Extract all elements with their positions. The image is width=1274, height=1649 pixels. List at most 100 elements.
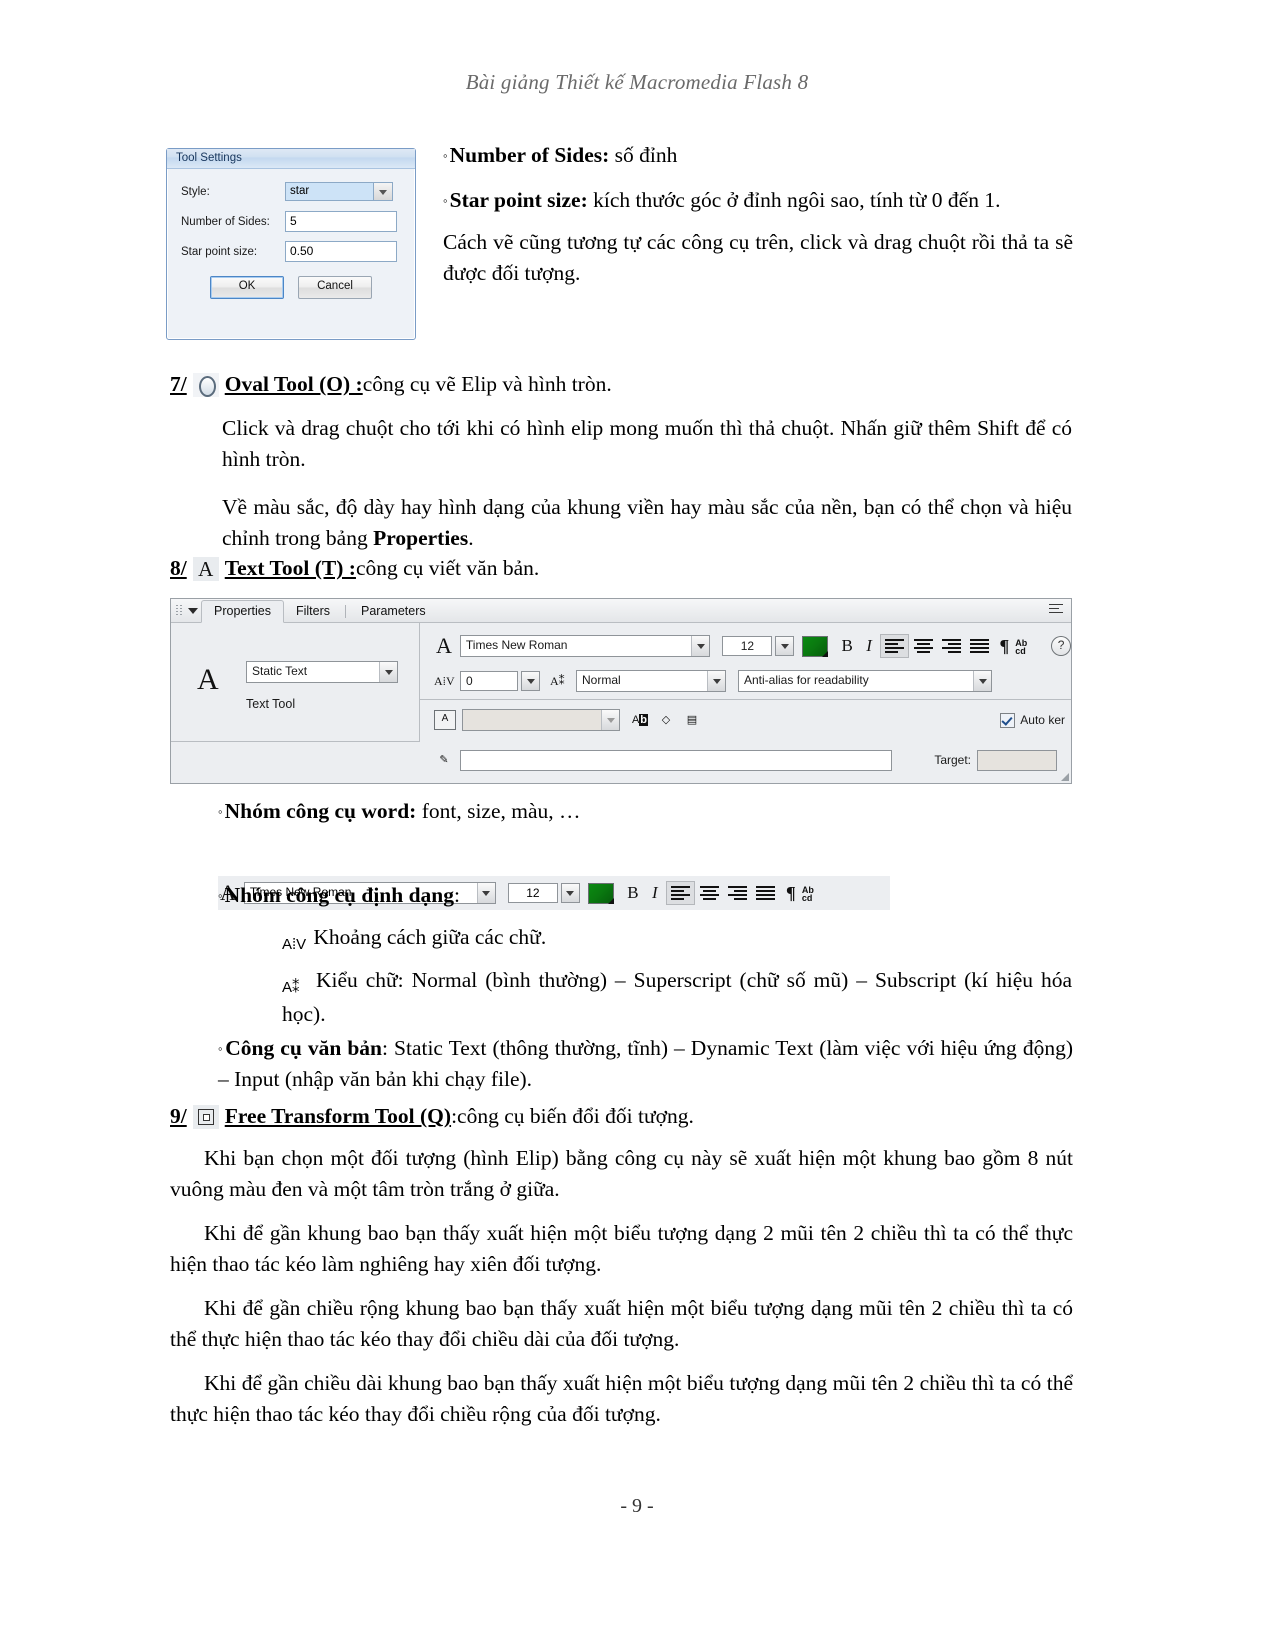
section-number: 7/ (170, 372, 187, 396)
target-group: Target: (934, 749, 1071, 771)
align-right-button[interactable] (938, 635, 965, 657)
text-color-swatch[interactable] (802, 635, 829, 657)
section-title: Text Tool (T) : (224, 556, 356, 580)
paragraph-format-button[interactable]: ¶ (993, 636, 1015, 657)
align-left-button[interactable] (880, 634, 909, 658)
paragraph-oval-1: Click và drag chuột cho tới khi có hình … (222, 416, 1072, 471)
text-type-combo[interactable]: Static Text (246, 661, 398, 683)
ok-button[interactable]: OK (210, 276, 284, 299)
format-item-spacing: A⁞V Khoảng cách giữa các chữ. (282, 922, 1072, 956)
chevron-down-icon[interactable] (373, 182, 393, 201)
paragraph-transform-4: Khi để gần chiều dài khung bao bạn thấy … (170, 1371, 1073, 1426)
top-bullets-block: ◦Number of Sides: số đỉnh ◦Star point si… (443, 140, 1073, 288)
letter-spacing-icon: A⁞V (282, 936, 307, 953)
section-free-transform: 9/ Free Transform Tool (Q) : công cụ biế… (170, 1104, 1073, 1429)
font-size-value: 12 (722, 636, 773, 656)
panel-grip-icon[interactable] (174, 599, 185, 622)
paragraph-oval-2a: Về màu sắc, độ dày hay hình dạng của khu… (222, 495, 1072, 550)
auto-kern-group[interactable]: Auto ker (1000, 712, 1071, 728)
chevron-down-icon[interactable] (707, 671, 725, 691)
panel-body: A Static Text Text Tool A Times New Roma… (171, 623, 1071, 783)
panel-left-column: A Static Text Text Tool (171, 623, 420, 742)
letter-spacing-combo[interactable]: 0 (460, 671, 540, 691)
chevron-down-icon[interactable] (379, 662, 397, 682)
bold-button[interactable]: B (836, 636, 858, 656)
selectable-text-icon[interactable]: Ab (630, 711, 650, 729)
url-link-value (463, 710, 601, 730)
character-position-combo[interactable]: Normal (576, 670, 726, 692)
anti-alias-value: Anti-alias for readability (744, 673, 869, 687)
section-tail: công cụ viết văn bản. (355, 556, 540, 580)
paragraph-transform-2: Khi để gần khung bao bạn thấy xuất hiện … (170, 1221, 1073, 1276)
number-of-sides-input[interactable]: 5 (285, 211, 397, 232)
chevron-down-icon[interactable] (973, 671, 991, 691)
url-link-combo[interactable] (462, 709, 620, 731)
bullet-term: Nhóm công cụ định dạng (224, 883, 455, 907)
bullet-star-point-size: ◦Star point size: kích thước góc ở đỉnh … (443, 185, 1073, 216)
panel-resize-grip[interactable] (1059, 771, 1069, 781)
paragraph-transform-1: Khi bạn chọn một đối tượng (hình Elip) b… (170, 1146, 1073, 1201)
section-number: 9/ (170, 1104, 187, 1128)
star-point-size-row: Star point size: 0.50 (181, 241, 401, 262)
document-page: Bài giảng Thiết kế Macromedia Flash 8 To… (0, 0, 1274, 1649)
style-value: star (285, 182, 373, 201)
font-family-value: Times New Roman (465, 638, 568, 652)
bullet-number-of-sides: ◦Number of Sides: số đỉnh (443, 140, 1073, 171)
character-position-icon: A⁑ (550, 673, 565, 688)
variable-icon: ✎ (439, 754, 449, 766)
paragraph-transform-3: Khi để gần chiều rộng khung bao bạn thấy… (170, 1296, 1073, 1351)
link-row: A Ab ◇ ▤ Auto ker (420, 699, 1071, 740)
bullet-term: Công cụ văn bản (225, 1036, 382, 1060)
flash-properties-panel: Properties Filters Parameters A Static T… (170, 598, 1072, 784)
text-type-value: Static Text (252, 664, 308, 678)
oval-tool-heading: 7/ Oval Tool (O) : công cụ vẽ Elip và hì… (170, 372, 1073, 397)
free-transform-heading: 9/ Free Transform Tool (Q) : công cụ biế… (170, 1104, 1073, 1129)
format-options-icon[interactable]: Ab cd (1015, 637, 1041, 656)
tab-filters[interactable]: Filters (284, 601, 342, 622)
anti-alias-combo[interactable]: Anti-alias for readability (738, 670, 992, 692)
auto-kern-checkbox[interactable] (1000, 712, 1016, 728)
section-oval-tool: 7/ Oval Tool (O) : công cụ vẽ Elip và hì… (170, 372, 1073, 553)
style-label: Style: (181, 185, 210, 198)
cancel-button[interactable]: Cancel (298, 276, 372, 299)
target-input[interactable] (977, 749, 1057, 771)
circle-bullet-icon: ◦ (218, 888, 223, 903)
tab-properties[interactable]: Properties (201, 600, 284, 623)
variable-input[interactable] (460, 749, 892, 771)
tab-parameters[interactable]: Parameters (349, 601, 438, 622)
font-row: A Times New Roman 12 B I ¶ Ab cd ? (420, 623, 1071, 663)
paragraph-draw-method: Cách vẽ cũng tương tự các công cụ trên, … (443, 230, 1073, 285)
target-row: ✎ Target: (420, 740, 1071, 780)
section-title: Oval Tool (O) : (224, 372, 363, 396)
letter-spacing-value: 0 (460, 671, 518, 691)
help-button[interactable]: ? (1051, 636, 1071, 656)
panel-collapse-icon[interactable] (185, 599, 201, 622)
page-number: - 9 - (620, 1495, 654, 1517)
star-point-size-input[interactable]: 0.50 (285, 241, 397, 262)
panel-tab-strip: Properties Filters Parameters (171, 599, 1071, 623)
url-link-icon: A (434, 710, 456, 730)
tab-divider (345, 605, 347, 618)
paragraph-oval-2: Về màu sắc, độ dày hay hình dạng của khu… (222, 492, 1072, 553)
italic-button[interactable]: I (858, 636, 880, 656)
chevron-down-icon[interactable] (521, 671, 540, 691)
show-border-icon[interactable]: ▤ (682, 711, 702, 729)
align-justify-button[interactable] (966, 635, 993, 657)
text-tool-heading: 8/ A Text Tool (T) : công cụ viết văn bả… (170, 556, 1073, 581)
properties-emphasis: Properties (373, 525, 469, 550)
font-family-combo[interactable]: Times New Roman (459, 635, 711, 657)
render-as-html-icon[interactable]: ◇ (656, 711, 676, 729)
align-center-button[interactable] (910, 635, 937, 657)
panel-options-menu-icon[interactable] (1049, 604, 1063, 616)
circle-bullet-icon: ◦ (443, 148, 448, 163)
target-label: Target: (934, 753, 971, 767)
page-header: Bài giảng Thiết kế Macromedia Flash 8 (465, 70, 809, 94)
style-combo[interactable]: star (285, 182, 393, 201)
font-size-combo[interactable]: 12 (722, 636, 795, 656)
character-position-icon: A⁑ (282, 979, 300, 996)
chevron-down-icon[interactable] (775, 636, 795, 656)
bullet-term: Nhóm công cụ word: (224, 799, 417, 823)
chevron-down-icon[interactable] (691, 636, 710, 656)
chevron-down-icon[interactable] (601, 710, 619, 730)
bullet-desc: số đỉnh (609, 143, 678, 167)
